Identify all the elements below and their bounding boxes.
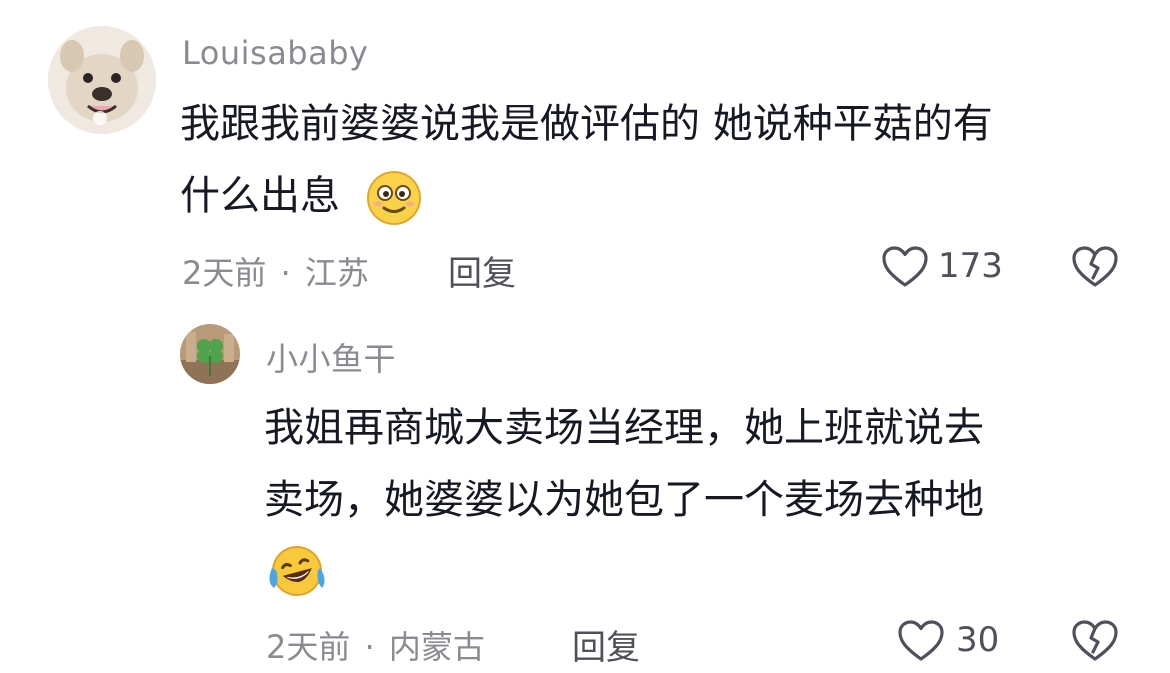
meta-separator: · (364, 628, 375, 666)
meta-separator: · (280, 254, 291, 292)
reply-button[interactable]: 回复 (448, 246, 516, 295)
comment-text-line-1: 我跟我前婆婆说我是做评估的 她说种平菇的有 (180, 101, 993, 147)
dog-avatar-image (48, 26, 156, 134)
comment-text-line-2: 什么出息 (180, 173, 340, 219)
broken-heart-icon[interactable] (1072, 620, 1118, 662)
comment-text-line-1: 我姐再商城大卖场当经理，她上班就说去 (264, 405, 984, 451)
like-count: 30 (956, 620, 1000, 660)
comment-location: 内蒙古 (388, 628, 485, 666)
clover-avatar-image (180, 324, 240, 384)
comment-text-line-2: 卖场，她婆婆以为她包了一个麦场去种地 (264, 477, 984, 523)
username[interactable]: Louisababy (182, 34, 368, 72)
comment-time: 2天前 (266, 628, 351, 666)
heart-outline-icon[interactable] (882, 246, 928, 288)
like-count: 173 (938, 246, 1003, 286)
comment-meta: 2天前 · 内蒙古 (266, 622, 485, 668)
broken-heart-icon[interactable] (1072, 246, 1118, 288)
avatar[interactable] (180, 324, 240, 384)
avatar[interactable] (48, 26, 156, 134)
smiling-face-emoji (366, 170, 422, 226)
comment-time: 2天前 (182, 254, 267, 292)
comment-meta: 2天前 · 江苏 (182, 248, 369, 294)
username[interactable]: 小小鱼干 (266, 334, 396, 380)
heart-outline-icon[interactable] (898, 620, 944, 662)
laughing-with-tears-emoji (266, 542, 328, 600)
comment-location: 江苏 (304, 254, 369, 292)
reply-button[interactable]: 回复 (572, 620, 640, 669)
